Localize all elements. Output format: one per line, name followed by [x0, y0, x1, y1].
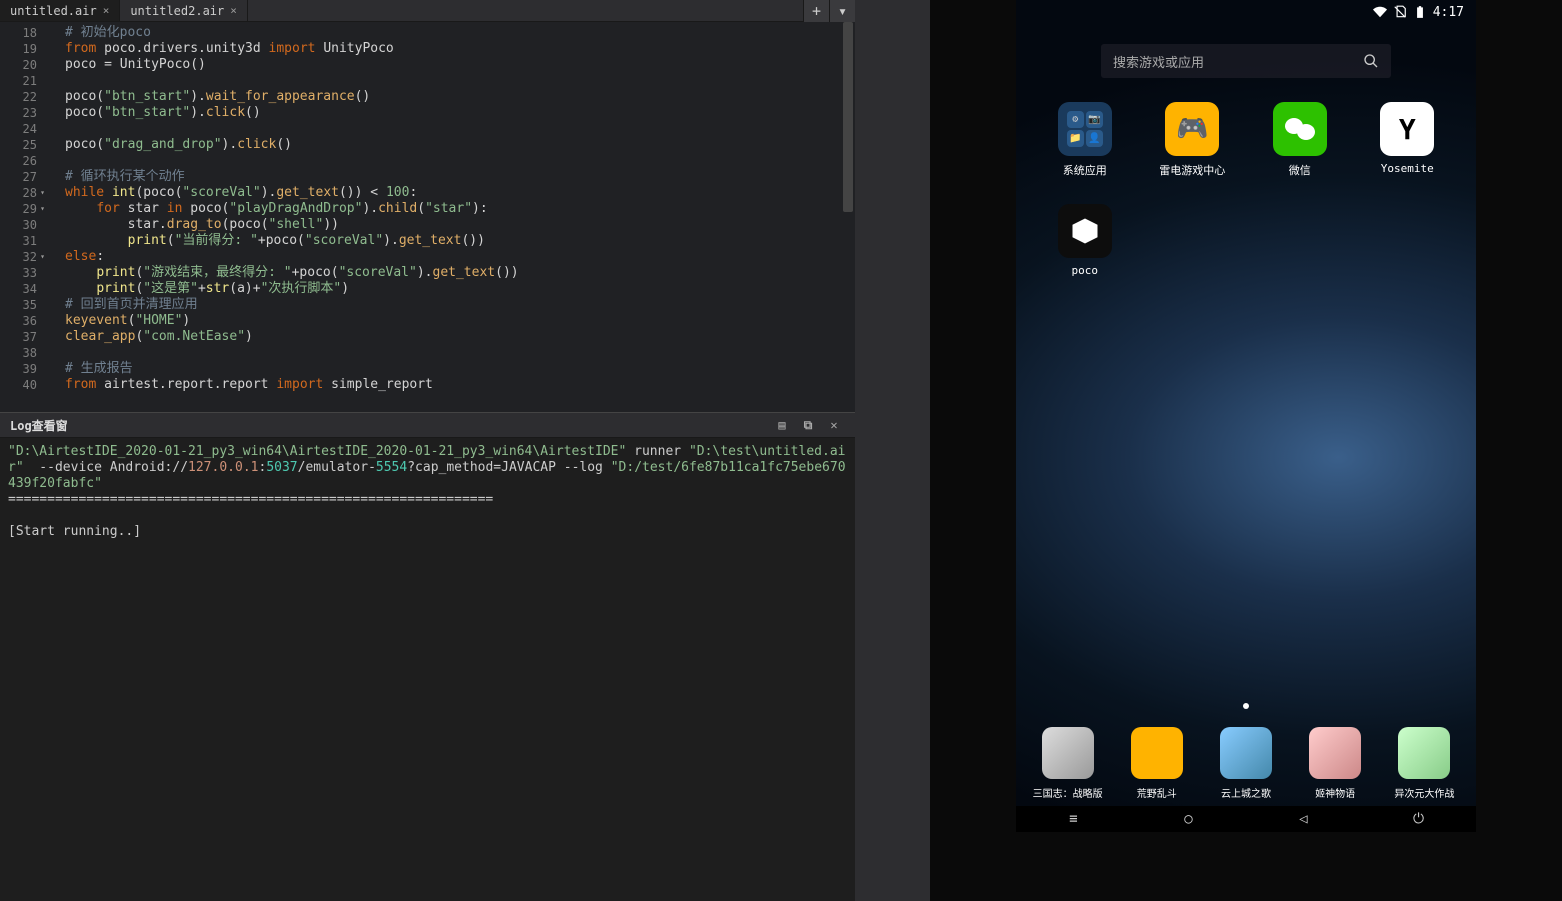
phone-screen[interactable]: 4:17 搜索游戏或应用 ⚙📷📁👤 系统应用 🎮 雷电游戏中心 微信 Y Yosemite p… — [1016, 0, 1476, 832]
dock-app-3[interactable]: 姬神物语 — [1294, 727, 1377, 800]
tab-1[interactable]: untitled2.air × — [120, 0, 248, 21]
dock-app-1[interactable]: 荒野乱斗 — [1115, 727, 1198, 800]
device-mirror-panel: 4:17 搜索游戏或应用 ⚙📷📁👤 系统应用 🎮 雷电游戏中心 微信 Y Yosemite p… — [930, 0, 1562, 901]
tab-label: untitled2.air — [130, 4, 224, 18]
status-clock: 4:17 — [1433, 5, 1464, 20]
app-icon — [1042, 727, 1094, 779]
nav-home-button[interactable]: ○ — [1159, 811, 1219, 827]
scrollbar-thumb[interactable] — [843, 22, 853, 212]
nav-recent-button[interactable]: ≡ — [1044, 811, 1104, 827]
app-icon — [1398, 727, 1450, 779]
app-label: Yosemite — [1381, 162, 1434, 175]
app-icon — [1220, 727, 1272, 779]
app-label: 系统应用 — [1063, 162, 1107, 178]
tab-0[interactable]: untitled.air × — [0, 0, 120, 21]
apps-grid: ⚙📷📁👤 系统应用 🎮 雷电游戏中心 微信 Y Yosemite poco — [1016, 78, 1476, 301]
app-icon: Y — [1380, 102, 1434, 156]
app-雷电游戏中心[interactable]: 🎮 雷电游戏中心 — [1144, 102, 1242, 178]
app-icon — [1131, 727, 1183, 779]
app-label: 荒野乱斗 — [1137, 785, 1177, 800]
android-status-bar: 4:17 — [1016, 0, 1476, 24]
app-label: 异次元大作战 — [1394, 785, 1454, 800]
tab-more-button[interactable]: ▾ — [829, 0, 855, 22]
app-icon — [1309, 727, 1361, 779]
app-Yosemite[interactable]: Y Yosemite — [1359, 102, 1457, 178]
log-close-icon[interactable]: ✕ — [823, 415, 845, 435]
app-icon — [1058, 204, 1112, 258]
nav-power-button[interactable]: ⏻ — [1389, 811, 1449, 827]
log-title: Log查看窗 — [10, 417, 68, 434]
home-search-box[interactable]: 搜索游戏或应用 — [1101, 44, 1391, 78]
app-poco[interactable]: poco — [1036, 204, 1134, 277]
dock-app-0[interactable]: 三国志：战略版 — [1026, 727, 1109, 800]
app-label: 云上城之歌 — [1221, 785, 1271, 800]
nav-back-button[interactable]: ◁ — [1274, 811, 1334, 827]
search-icon — [1363, 53, 1379, 69]
app-系统应用[interactable]: ⚙📷📁👤 系统应用 — [1036, 102, 1134, 178]
dock-app-4[interactable]: 异次元大作战 — [1383, 727, 1466, 800]
app-label: 雷电游戏中心 — [1159, 162, 1225, 178]
android-nav-bar: ≡ ○ ◁ ⏻ — [1016, 806, 1476, 832]
log-output[interactable]: "D:\AirtestIDE_2020-01-21_py3_win64\Airt… — [0, 438, 855, 901]
battery-icon — [1413, 5, 1427, 19]
app-icon: ⚙📷📁👤 — [1058, 102, 1112, 156]
search-placeholder: 搜索游戏或应用 — [1113, 52, 1363, 71]
app-label: poco — [1072, 264, 1099, 277]
app-icon: 🎮 — [1165, 102, 1219, 156]
log-panel-header: Log查看窗 ▤ ⧉ ✕ — [0, 412, 855, 438]
code-body[interactable]: # 初始化pocofrom poco.drivers.unity3d impor… — [45, 22, 855, 412]
log-filter-icon[interactable]: ▤ — [771, 415, 793, 435]
no-sim-icon — [1393, 5, 1407, 19]
tab-label: untitled.air — [10, 4, 97, 18]
wifi-icon — [1373, 5, 1387, 19]
app-icon — [1273, 102, 1327, 156]
app-label: 微信 — [1289, 162, 1311, 178]
editor-tab-bar: untitled.air × untitled2.air × + ▾ — [0, 0, 855, 22]
panel-gap — [855, 0, 930, 901]
dock: 三国志：战略版 荒野乱斗 云上城之歌 姬神物语 异次元大作战 — [1016, 717, 1476, 806]
close-icon[interactable]: × — [103, 4, 110, 17]
line-gutter: 1819202122232425262728293031323334353637… — [0, 22, 45, 412]
app-label: 姬神物语 — [1315, 785, 1355, 800]
close-icon[interactable]: × — [230, 4, 237, 17]
log-popout-icon[interactable]: ⧉ — [797, 415, 819, 435]
editor-scrollbar[interactable] — [843, 22, 853, 412]
new-tab-button[interactable]: + — [803, 0, 829, 22]
dock-app-2[interactable]: 云上城之歌 — [1204, 727, 1287, 800]
page-indicator — [1243, 703, 1249, 709]
app-label: 三国志：战略版 — [1033, 785, 1103, 800]
code-editor[interactable]: 1819202122232425262728293031323334353637… — [0, 22, 855, 412]
app-微信[interactable]: 微信 — [1251, 102, 1349, 178]
